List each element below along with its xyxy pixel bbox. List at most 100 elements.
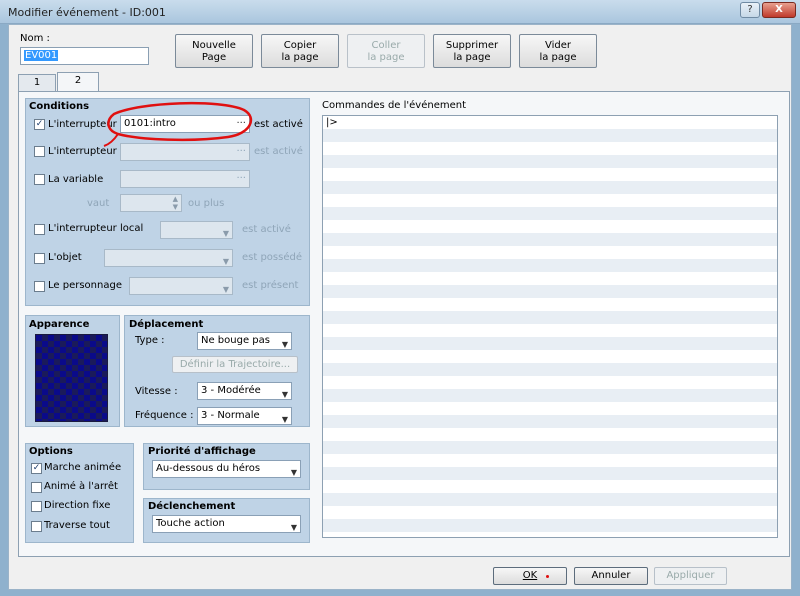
copy-page-line2: la page xyxy=(281,52,319,63)
local-switch-label: L'interrupteur local xyxy=(48,223,144,234)
command-row-empty[interactable] xyxy=(323,480,777,493)
paste-page-line1: Coller xyxy=(371,40,401,51)
command-row-empty[interactable] xyxy=(323,272,777,285)
command-row-empty[interactable] xyxy=(323,155,777,168)
switch1-checkbox[interactable]: ✓ xyxy=(34,119,45,130)
actor-select[interactable]: ▼ xyxy=(129,277,233,295)
apply-button[interactable]: Appliquer xyxy=(654,567,727,585)
item-select[interactable]: ▼ xyxy=(104,249,233,267)
chevron-down-icon: ▼ xyxy=(281,390,288,399)
command-row-empty[interactable] xyxy=(323,181,777,194)
commands-title: Commandes de l'événement xyxy=(322,100,467,111)
command-row-empty[interactable] xyxy=(323,324,777,337)
tab-page-1[interactable]: 1 xyxy=(18,74,56,92)
movement-frequency-label: Fréquence : xyxy=(135,410,194,421)
window-title: Modifier événement - ID:001 xyxy=(8,6,166,19)
actor-checkbox[interactable] xyxy=(34,281,45,292)
command-row-empty[interactable] xyxy=(323,207,777,220)
copy-page-line1: Copier xyxy=(283,40,317,51)
command-row-empty[interactable] xyxy=(323,454,777,467)
command-row-empty[interactable] xyxy=(323,467,777,480)
command-row-empty[interactable] xyxy=(323,259,777,272)
option-step-anim-label: Animé à l'arrêt xyxy=(44,481,118,492)
item-checkbox[interactable] xyxy=(34,253,45,264)
paste-page-line2: la page xyxy=(367,52,405,63)
variable-vaut-label: vaut xyxy=(87,198,110,209)
event-name-input[interactable]: EV001 xyxy=(20,47,149,65)
spinner-arrows-icon: ▲ ▼ xyxy=(172,195,178,211)
help-button[interactable]: ? xyxy=(740,2,760,18)
variable-checkbox[interactable] xyxy=(34,174,45,185)
command-row-empty[interactable] xyxy=(323,233,777,246)
cancel-button[interactable]: Annuler xyxy=(574,567,648,585)
option-direction-fix-checkbox[interactable] xyxy=(31,501,42,512)
clear-page-button[interactable]: Vider la page xyxy=(519,34,597,68)
command-row-empty[interactable] xyxy=(323,246,777,259)
command-row-empty[interactable] xyxy=(323,298,777,311)
variable-value-spinner[interactable]: ▲ ▼ xyxy=(120,194,182,212)
local-switch-suffix: est activé xyxy=(242,224,291,235)
command-row-empty[interactable] xyxy=(323,363,777,376)
clear-page-line1: Vider xyxy=(544,40,571,51)
command-row-empty[interactable] xyxy=(323,506,777,519)
appearance-graphic[interactable] xyxy=(35,334,108,422)
tab-page-2[interactable]: 2 xyxy=(57,72,99,92)
chevron-down-icon: ▼ xyxy=(222,257,229,266)
chevron-down-icon: ▼ xyxy=(222,229,229,238)
command-row-empty[interactable] xyxy=(323,311,777,324)
chevron-down-icon: ▼ xyxy=(290,523,297,532)
priority-value: Au-dessous du héros xyxy=(156,463,261,474)
delete-page-line2: la page xyxy=(453,52,491,63)
delete-page-button[interactable]: Supprimer la page xyxy=(433,34,511,68)
variable-selector[interactable]: ··· xyxy=(120,170,250,188)
switch2-checkbox[interactable] xyxy=(34,146,45,157)
command-row-empty[interactable] xyxy=(323,194,777,207)
ok-button[interactable]: OK xyxy=(493,567,567,585)
command-row-empty[interactable] xyxy=(323,402,777,415)
switch2-suffix: est activé xyxy=(254,146,303,157)
trigger-select[interactable]: Touche action ▼ xyxy=(152,515,301,533)
command-row-empty[interactable] xyxy=(323,337,777,350)
option-walk-anim-label: Marche animée xyxy=(44,462,122,473)
close-button[interactable]: X xyxy=(762,2,796,18)
movement-frequency-value: 3 - Normale xyxy=(201,410,260,421)
variable-label: La variable xyxy=(48,174,104,185)
command-row-empty[interactable] xyxy=(323,428,777,441)
local-switch-select[interactable]: ▼ xyxy=(160,221,233,239)
option-walk-anim-checkbox[interactable]: ✓ xyxy=(31,463,42,474)
movement-type-select[interactable]: Ne bouge pas ▼ xyxy=(197,332,292,350)
conditions-title: Conditions xyxy=(29,101,90,112)
command-row-empty[interactable] xyxy=(323,168,777,181)
variable-ou-plus-label: ou plus xyxy=(188,198,225,209)
option-direction-fix-label: Direction fixe xyxy=(44,500,111,511)
movement-frequency-select[interactable]: 3 - Normale ▼ xyxy=(197,407,292,425)
options-title: Options xyxy=(29,446,73,457)
command-row-empty[interactable] xyxy=(323,285,777,298)
option-step-anim-checkbox[interactable] xyxy=(31,482,42,493)
movement-speed-label: Vitesse : xyxy=(135,386,178,397)
movement-speed-select[interactable]: 3 - Modérée ▼ xyxy=(197,382,292,400)
new-page-button[interactable]: Nouvelle Page xyxy=(175,34,253,68)
command-row-empty[interactable] xyxy=(323,350,777,363)
option-through-checkbox[interactable] xyxy=(31,521,42,532)
command-row-empty[interactable] xyxy=(323,220,777,233)
clear-page-line2: la page xyxy=(539,52,577,63)
commands-list[interactable]: |> xyxy=(322,115,778,538)
command-row[interactable]: |> xyxy=(323,116,777,129)
copy-page-button[interactable]: Copier la page xyxy=(261,34,339,68)
command-row-empty[interactable] xyxy=(323,389,777,402)
command-row-empty[interactable] xyxy=(323,493,777,506)
command-row-empty[interactable] xyxy=(323,129,777,142)
movement-type-value: Ne bouge pas xyxy=(201,335,270,346)
command-row-empty[interactable] xyxy=(323,441,777,454)
command-row-empty[interactable] xyxy=(323,376,777,389)
command-row-empty[interactable] xyxy=(323,519,777,532)
appearance-title: Apparence xyxy=(29,319,90,330)
local-switch-checkbox[interactable] xyxy=(34,224,45,235)
command-row-empty[interactable] xyxy=(323,415,777,428)
define-route-button[interactable]: Définir la Trajectoire... xyxy=(172,356,298,373)
command-row-empty[interactable] xyxy=(323,142,777,155)
item-label: L'objet xyxy=(48,252,82,263)
paste-page-button[interactable]: Coller la page xyxy=(347,34,425,68)
priority-select[interactable]: Au-dessous du héros ▼ xyxy=(152,460,301,478)
